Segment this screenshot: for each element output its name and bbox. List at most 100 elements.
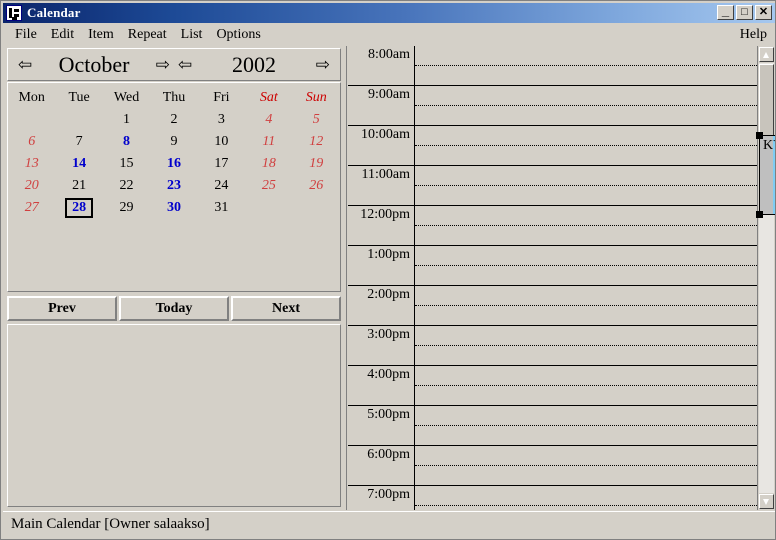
status-text: Main Calendar [Owner salaakso]: [11, 516, 210, 532]
resize-handle-top-left[interactable]: [756, 132, 763, 139]
month-day-cell[interactable]: 7: [55, 131, 102, 153]
menu-item-item[interactable]: Item: [81, 26, 121, 44]
main-content-area: ⇦ October ⇨ ⇦ 2002 ⇨ Mon Tue Wed Thu Fri: [3, 46, 775, 510]
menu-item-edit[interactable]: Edit: [44, 26, 81, 44]
close-icon: ✕: [758, 6, 769, 18]
window-title: Calendar: [27, 5, 81, 20]
month-day-cell[interactable]: 27: [8, 197, 55, 219]
month-day-cell[interactable]: 30: [150, 197, 197, 219]
maximize-button[interactable]: □: [736, 5, 753, 20]
minimize-button[interactable]: _: [717, 4, 734, 20]
hour-slot[interactable]: [415, 286, 757, 325]
month-day-cell[interactable]: 5: [293, 109, 340, 131]
day-view-hour-row[interactable]: 7:00pm: [348, 486, 757, 510]
day-view-scrollbar[interactable]: [757, 46, 774, 510]
month-day-cell[interactable]: 13: [8, 153, 55, 175]
hour-slot[interactable]: [415, 126, 757, 165]
day-view-hour-row[interactable]: 8:00am: [348, 46, 757, 86]
next-button[interactable]: Next: [231, 296, 341, 321]
hour-slot[interactable]: [415, 46, 757, 85]
hour-slot[interactable]: [415, 166, 757, 205]
month-day-cell[interactable]: 16: [150, 153, 197, 175]
scroll-up-button[interactable]: [759, 47, 774, 62]
month-day-cell[interactable]: 28: [55, 197, 102, 219]
day-view-hour-row[interactable]: 12:00pm: [348, 206, 757, 246]
scroll-down-button[interactable]: [759, 494, 774, 509]
month-week-row: 6 7 8 9 10 11 12: [8, 131, 340, 153]
month-day-cell[interactable]: 20: [8, 175, 55, 197]
appointment-title-input[interactable]: KY SysOpenin demo: [763, 137, 775, 154]
day-view-hour-row[interactable]: 5:00pm: [348, 406, 757, 446]
weekday-header-thu: Thu: [162, 90, 186, 105]
maximize-icon: □: [741, 6, 748, 18]
hour-slot[interactable]: [415, 446, 757, 485]
month-day-cell[interactable]: 4: [245, 109, 292, 131]
month-day-cell[interactable]: 24: [198, 175, 245, 197]
month-day-cell[interactable]: 9: [150, 131, 197, 153]
resize-handle-bottom-left[interactable]: [756, 211, 763, 218]
month-day-cell[interactable]: 14: [55, 153, 102, 175]
month-day-cell[interactable]: 6: [8, 131, 55, 153]
close-button[interactable]: ✕: [755, 5, 772, 20]
menu-item-options[interactable]: Options: [209, 26, 267, 44]
month-day-cell[interactable]: 19: [293, 153, 340, 175]
menu-item-list[interactable]: List: [174, 26, 210, 44]
chevron-down-icon: [763, 499, 769, 505]
menu-item-repeat[interactable]: Repeat: [121, 26, 174, 44]
month-day-cell[interactable]: 1: [103, 109, 150, 131]
today-button[interactable]: Today: [119, 296, 229, 321]
weekday-header-sat: Sat: [259, 90, 278, 105]
menu-item-help[interactable]: Help: [740, 27, 767, 43]
day-view-hour-row[interactable]: 4:00pm: [348, 366, 757, 406]
appointment-block[interactable]: KY SysOpenin demo: [756, 132, 775, 218]
month-day-empty: [198, 219, 245, 241]
month-week-row: [8, 219, 340, 241]
next-month-arrow-icon[interactable]: ⇨: [156, 56, 170, 73]
month-day-cell[interactable]: 2: [150, 109, 197, 131]
month-day-cell[interactable]: 26: [293, 175, 340, 197]
hour-slot[interactable]: [415, 206, 757, 245]
appointment-title-text: KY SysOpenin demo: [763, 138, 775, 153]
month-day-cell[interactable]: 10: [198, 131, 245, 153]
day-view-hour-row[interactable]: 10:00am: [348, 126, 757, 166]
month-day-cell[interactable]: 17: [198, 153, 245, 175]
day-view-hour-row[interactable]: 6:00pm: [348, 446, 757, 486]
month-day-cell[interactable]: 31: [198, 197, 245, 219]
hour-slot[interactable]: [415, 406, 757, 445]
day-view-hour-row[interactable]: 11:00am: [348, 166, 757, 206]
month-day-cell[interactable]: 8: [103, 131, 150, 153]
day-view-timeline[interactable]: 8:00am 9:00am 10:00am 11:00am 12:00pm 1:00pm 2…: [348, 46, 757, 510]
hour-slot[interactable]: [415, 366, 757, 405]
month-day-cell[interactable]: 23: [150, 175, 197, 197]
month-day-cell[interactable]: 15: [103, 153, 150, 175]
day-view-hour-row[interactable]: 3:00pm: [348, 326, 757, 366]
day-view-hour-row[interactable]: 1:00pm: [348, 246, 757, 286]
prev-month-arrow-icon[interactable]: ⇦: [18, 56, 32, 73]
calendar-application-window: Calendar _ □ ✕ File Edit Item Repeat Lis…: [0, 0, 776, 540]
hour-slot[interactable]: [415, 86, 757, 125]
next-year-arrow-icon[interactable]: ⇨: [316, 56, 330, 73]
month-day-cell[interactable]: 12: [293, 131, 340, 153]
month-day-cell[interactable]: 18: [245, 153, 292, 175]
month-day-cell[interactable]: 3: [198, 109, 245, 131]
day-view-hour-row[interactable]: 2:00pm: [348, 286, 757, 326]
prev-button[interactable]: Prev: [7, 296, 117, 321]
month-day-cell[interactable]: 21: [55, 175, 102, 197]
menu-item-file[interactable]: File: [8, 26, 44, 44]
month-day-cell[interactable]: 25: [245, 175, 292, 197]
selected-day-indicator: 28: [65, 198, 94, 218]
hour-slot[interactable]: [415, 326, 757, 365]
prev-year-arrow-icon[interactable]: ⇦: [178, 56, 192, 73]
month-day-cell[interactable]: 29: [103, 197, 150, 219]
month-day-empty: [55, 219, 102, 241]
hour-slot[interactable]: [415, 486, 757, 510]
month-day-cell[interactable]: 22: [103, 175, 150, 197]
month-grid-container: Mon Tue Wed Thu Fri Sat Sun 1 2 3 4 5 6 7 8 9 10 1…: [7, 82, 341, 292]
month-day-empty: [55, 109, 102, 131]
weekday-header-wed: Wed: [113, 90, 140, 105]
year-label: 2002: [232, 51, 276, 77]
appointment-list-area[interactable]: [7, 324, 341, 507]
hour-slot[interactable]: [415, 246, 757, 285]
day-view-hour-row[interactable]: 9:00am: [348, 86, 757, 126]
month-day-cell[interactable]: 11: [245, 131, 292, 153]
